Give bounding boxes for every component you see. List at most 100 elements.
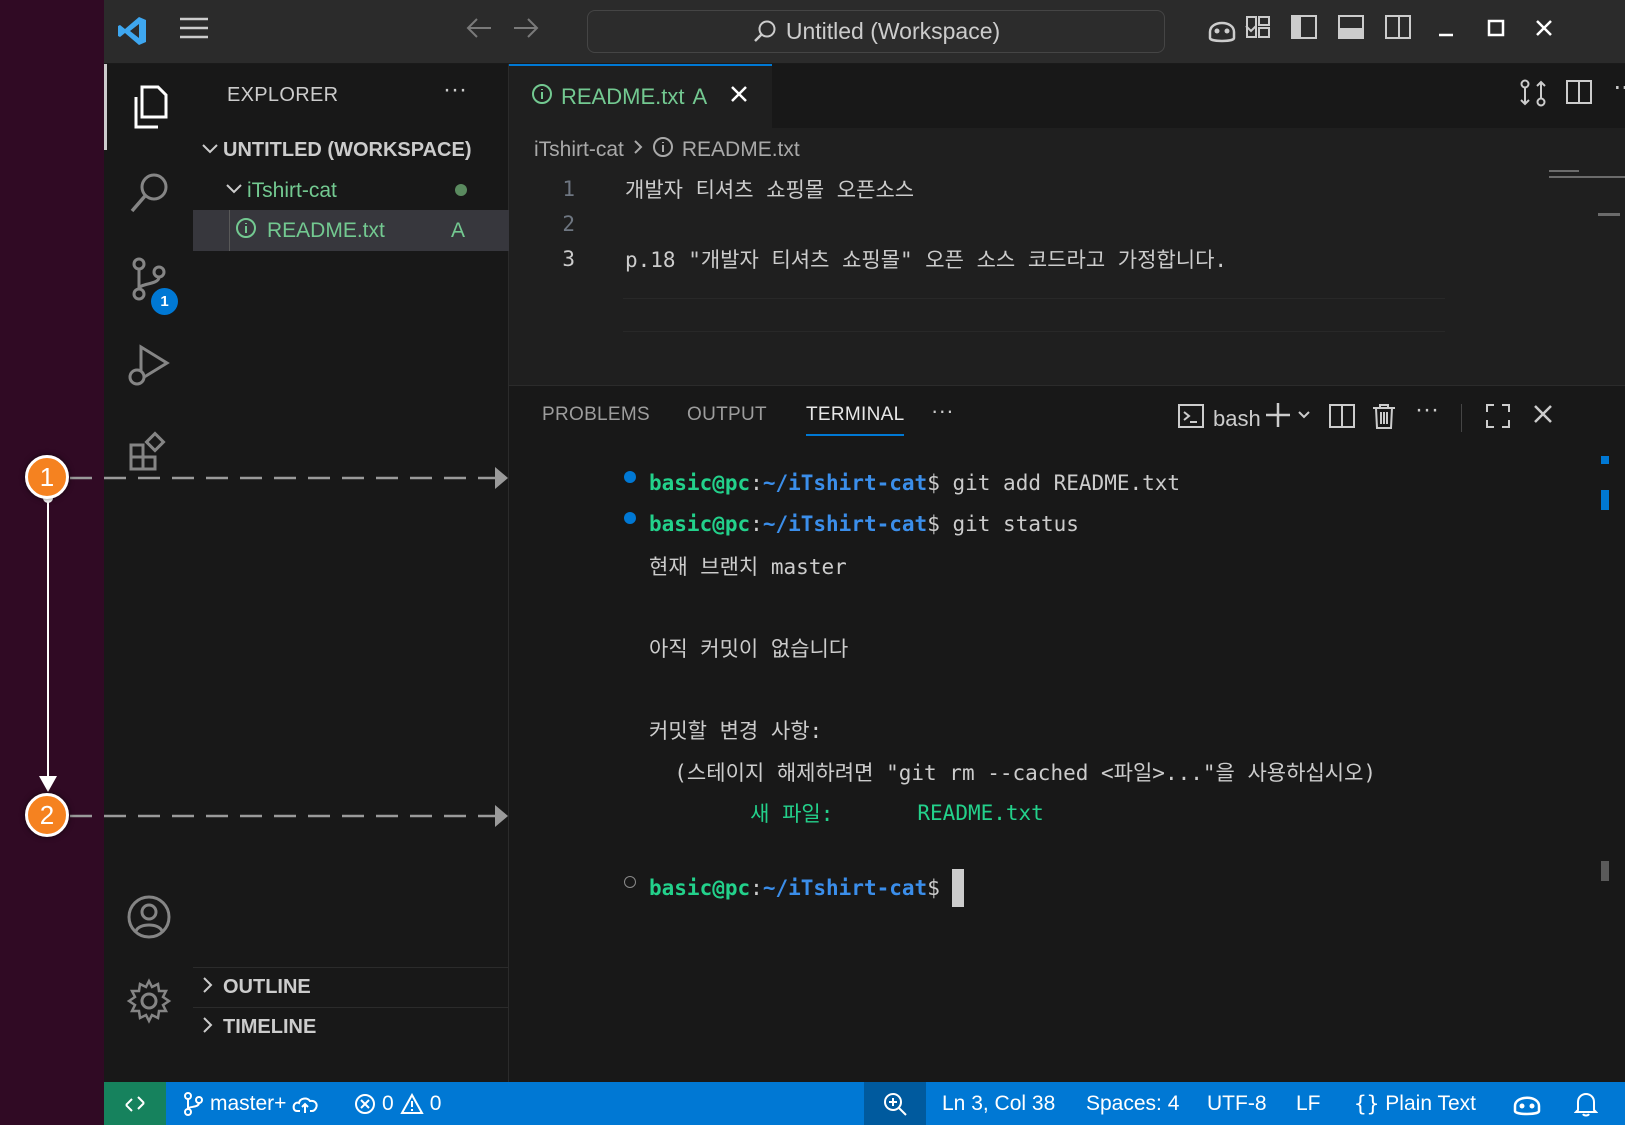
indent-guide xyxy=(229,210,230,251)
indentation[interactable]: Spaces: 4 xyxy=(1086,1082,1179,1125)
activity-explorer[interactable] xyxy=(104,64,193,150)
line-number: 2 xyxy=(562,212,575,236)
menu-icon[interactable] xyxy=(174,14,214,50)
account-icon xyxy=(127,895,170,939)
explorer-more-actions[interactable]: ··· xyxy=(443,76,467,104)
search-icon xyxy=(130,173,167,213)
vscode-logo-icon xyxy=(112,14,152,50)
overview-ruler-mark xyxy=(1598,213,1620,216)
warning-icon xyxy=(399,1092,424,1114)
panel-more-tabs[interactable]: ··· xyxy=(931,398,954,424)
workspace-header[interactable]: UNTITLED (WORKSPACE) xyxy=(193,130,509,171)
cloud-upload-icon xyxy=(293,1097,319,1113)
terminal-output: (스테이지 해제하려면 "git rm --cached <파일>..."을 사… xyxy=(649,761,1377,785)
file-name: README.txt xyxy=(267,218,385,242)
close-icon[interactable] xyxy=(729,83,749,111)
activity-manage[interactable] xyxy=(104,958,193,1044)
split-terminal-icon[interactable] xyxy=(1328,402,1356,436)
file-row-readme[interactable]: README.txt A xyxy=(193,210,509,251)
code-line[interactable]: 3 p.18 "개발자 티셔츠 쇼핑몰" 오픈 소스 코드라고 가정합니다. xyxy=(509,242,1509,276)
new-terminal-icon[interactable] xyxy=(1265,400,1315,436)
encoding[interactable]: UTF-8 xyxy=(1207,1082,1267,1125)
explorer-sidebar: EXPLORER ··· UNTITLED (WORKSPACE) iTshir… xyxy=(193,64,509,1082)
annotation-marker-2: 2 xyxy=(25,793,69,837)
branch-indicator[interactable]: master+ xyxy=(182,1082,320,1125)
problems-indicator[interactable]: 0 0 xyxy=(354,1082,441,1125)
zoom-indicator[interactable] xyxy=(864,1082,926,1125)
editor-area: README.txt A ··· iTshirt-cat xyxy=(509,64,1625,385)
split-editor-icon[interactable] xyxy=(1561,78,1597,112)
current-line-highlight xyxy=(623,298,1445,332)
scm-count-badge: 1 xyxy=(151,288,178,315)
bottom-panel: PROBLEMS OUTPUT TERMINAL ··· bash ··· ba… xyxy=(509,385,1625,1082)
breadcrumb-file[interactable]: README.txt xyxy=(682,138,800,162)
toggle-secondary-sidebar-icon[interactable] xyxy=(1378,14,1418,50)
toggle-primary-sidebar-icon[interactable] xyxy=(1284,14,1324,50)
terminal-more-actions[interactable]: ··· xyxy=(1415,396,1439,424)
tab-output[interactable]: OUTPUT xyxy=(687,404,767,426)
timeline-section[interactable]: TIMELINE xyxy=(193,1007,509,1047)
breadcrumb-folder[interactable]: iTshirt-cat xyxy=(534,138,624,162)
copilot-status-icon[interactable] xyxy=(1512,1082,1542,1125)
open-changes-icon[interactable] xyxy=(1515,78,1551,114)
line-text: 개발자 티셔츠 쇼핑몰 오픈소스 xyxy=(625,178,915,202)
close-panel-icon[interactable] xyxy=(1531,402,1555,432)
cursor-position[interactable]: Ln 3, Col 38 xyxy=(942,1082,1055,1125)
folder-row[interactable]: iTshirt-cat xyxy=(193,170,509,211)
remote-icon xyxy=(125,1095,145,1112)
command-center-search[interactable]: Untitled (Workspace) xyxy=(587,10,1165,53)
activity-run-debug[interactable] xyxy=(104,322,193,408)
tab-terminal[interactable]: TERMINAL xyxy=(806,404,905,436)
info-icon xyxy=(652,136,674,164)
tab-problems[interactable]: PROBLEMS xyxy=(542,404,650,426)
forward-arrow-icon[interactable] xyxy=(506,14,546,50)
close-window-icon[interactable] xyxy=(1524,14,1564,50)
activity-extensions[interactable] xyxy=(104,408,193,494)
vscode-window: Untitled (Workspace) 1 EXPLORER ··· UNTI… xyxy=(104,0,1625,1125)
terminal-output: 아직 커밋이 없습니다 xyxy=(649,637,849,661)
outline-section[interactable]: OUTLINE xyxy=(193,967,509,1007)
info-icon xyxy=(531,83,553,111)
chevron-down-icon xyxy=(225,180,247,201)
line-number: 1 xyxy=(562,177,575,201)
layout-controls-icon[interactable] xyxy=(1238,14,1278,50)
activity-source-control[interactable]: 1 xyxy=(104,236,193,322)
editor-more-actions[interactable]: ··· xyxy=(1607,74,1625,102)
line-number: 3 xyxy=(562,247,575,271)
bell-icon[interactable] xyxy=(1574,1082,1598,1125)
trash-icon[interactable] xyxy=(1371,402,1397,436)
terminal-line: basic@pc: ~/iTshirt-cat $ git status xyxy=(649,512,1079,536)
run-debug-icon xyxy=(128,344,170,386)
tab-git-status: A xyxy=(692,84,708,109)
shell-name: bash xyxy=(1213,406,1261,431)
maximize-icon[interactable] xyxy=(1476,14,1516,50)
folder-modified-dot xyxy=(455,184,467,196)
end-of-line[interactable]: LF xyxy=(1296,1082,1321,1125)
extensions-icon xyxy=(129,431,166,471)
annotation-marker-1: 1 xyxy=(25,455,69,499)
panel-separator xyxy=(1461,404,1462,432)
activity-accounts[interactable] xyxy=(104,874,193,960)
terminal-scrollbar[interactable] xyxy=(1601,456,1611,1076)
code-line[interactable]: 2 xyxy=(509,207,1509,241)
command-decoration-pending[interactable] xyxy=(624,876,636,888)
status-bar: master+ 0 0 Ln 3, Col 38 Spaces: 4 UTF-8… xyxy=(104,1082,1625,1125)
git-branch-icon xyxy=(184,1091,203,1116)
chevron-right-icon xyxy=(201,1016,223,1039)
code-line[interactable]: 1 개발자 티셔츠 쇼핑몰 오픈소스 xyxy=(509,172,1509,206)
terminal-cursor xyxy=(952,869,965,907)
terminal-line: basic@pc: ~/iTshirt-cat $ git add README.t… xyxy=(649,471,1181,495)
language-mode[interactable]: {} Plain Text xyxy=(1354,1082,1476,1125)
command-decoration-success[interactable] xyxy=(624,471,636,483)
command-center-text: Untitled (Workspace) xyxy=(785,18,1001,44)
back-arrow-icon[interactable] xyxy=(459,14,499,50)
maximize-panel-icon[interactable] xyxy=(1484,402,1512,436)
minimize-icon[interactable] xyxy=(1426,14,1466,50)
command-decoration-success[interactable] xyxy=(624,512,636,524)
toggle-panel-icon[interactable] xyxy=(1331,14,1371,50)
terminal-shell-selector[interactable]: bash xyxy=(1177,402,1261,436)
tab-readme[interactable]: README.txt A xyxy=(509,64,772,128)
error-count: 0 xyxy=(382,1091,394,1115)
remote-indicator[interactable] xyxy=(104,1082,166,1125)
activity-search[interactable] xyxy=(104,150,193,236)
